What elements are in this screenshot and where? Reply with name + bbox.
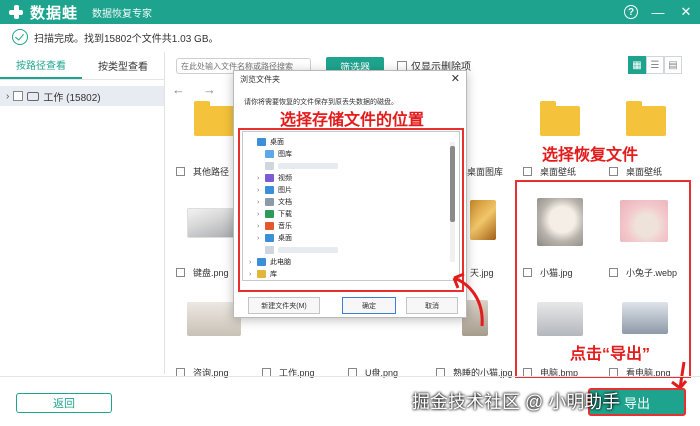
detail-view-icon[interactable]: ▤ <box>664 56 682 74</box>
app-name: 数据蛙 <box>30 4 79 22</box>
file-item-label[interactable]: U盘.png <box>348 366 398 379</box>
annotation-choose-files: 选择恢复文件 <box>542 147 639 164</box>
chevron-right-icon[interactable]: › <box>6 91 9 102</box>
folder-tree-highlight <box>238 128 464 292</box>
check-circle-icon <box>12 29 28 45</box>
file-checkbox[interactable] <box>176 268 185 277</box>
scan-status: 扫描完成。找到15802个文件共1.03 GB。 <box>12 28 219 46</box>
file-item-label[interactable]: 咨询.png <box>176 366 229 379</box>
tree-item-work[interactable]: › 工作 (15802) <box>0 86 164 106</box>
list-view-icon[interactable]: ☰ <box>646 56 664 74</box>
scan-status-text: 扫描完成。找到15802个文件共1.03 GB。 <box>34 33 219 45</box>
folder-icon[interactable] <box>626 101 666 136</box>
back-button[interactable]: 返回 <box>16 393 112 413</box>
tree-item-label: 工作 (15802) <box>43 92 101 104</box>
tab-by-type[interactable]: 按类型查看 <box>82 52 164 79</box>
nav-arrows: ← → <box>172 82 216 97</box>
folder-icon[interactable] <box>194 101 234 136</box>
sidebar: 按路径查看 按类型查看 › 工作 (15802) <box>0 52 165 374</box>
file-item-label[interactable]: 熟睡的小猫.jpg <box>436 366 513 379</box>
ok-button[interactable]: 确定 <box>342 297 396 314</box>
minimize-button[interactable]: — <box>650 4 666 20</box>
file-item-label[interactable]: 桌面壁纸 <box>523 165 576 178</box>
tree-item-checkbox[interactable] <box>13 91 24 101</box>
view-mode-switch: ▦ ☰ ▤ <box>628 56 682 74</box>
file-checkbox[interactable] <box>176 167 185 176</box>
divider <box>0 376 700 377</box>
close-button[interactable]: ✕ <box>678 4 694 20</box>
annotation-arrow <box>452 272 484 327</box>
logo-icon <box>8 4 24 20</box>
drive-icon <box>27 91 40 101</box>
file-item-label[interactable]: 其他路径 <box>176 165 229 178</box>
app-subtitle: 数据恢复专家 <box>92 8 153 20</box>
annotation-choose-location: 选择存储文件的位置 <box>280 112 425 129</box>
tab-by-path[interactable]: 按路径查看 <box>0 52 82 79</box>
help-icon[interactable]: ? <box>624 5 638 19</box>
file-checkbox[interactable] <box>609 167 618 176</box>
grid-view-icon[interactable]: ▦ <box>628 56 646 74</box>
image-thumbnail[interactable] <box>470 200 496 240</box>
new-folder-button[interactable]: 新建文件夹(M) <box>248 297 320 314</box>
app-logo: 数据蛙 <box>8 2 78 23</box>
file-item-label[interactable]: 工作.png <box>262 366 315 379</box>
file-item-label[interactable]: 桌面壁纸 <box>609 165 662 178</box>
dialog-close-icon[interactable]: ✕ <box>451 72 460 85</box>
title-bar: 数据蛙 数据恢复专家 ? — ✕ <box>0 0 700 24</box>
watermark: 掘金技术社区 @ 小明助手 <box>412 392 621 412</box>
back-arrow-icon[interactable]: ← <box>172 82 185 97</box>
dialog-title: 浏览文件夹 <box>240 74 280 84</box>
forward-arrow-icon[interactable]: → <box>203 82 216 97</box>
only-deleted-checkbox[interactable] <box>397 60 407 71</box>
file-item-label[interactable]: 键盘.png <box>176 266 229 279</box>
file-checkbox[interactable] <box>523 167 532 176</box>
view-tabs: 按路径查看 按类型查看 <box>0 52 164 80</box>
annotation-click-export: 点击“导出” <box>570 346 651 363</box>
file-item-label[interactable]: 桌面图库 <box>467 165 503 178</box>
folder-icon[interactable] <box>540 101 580 136</box>
